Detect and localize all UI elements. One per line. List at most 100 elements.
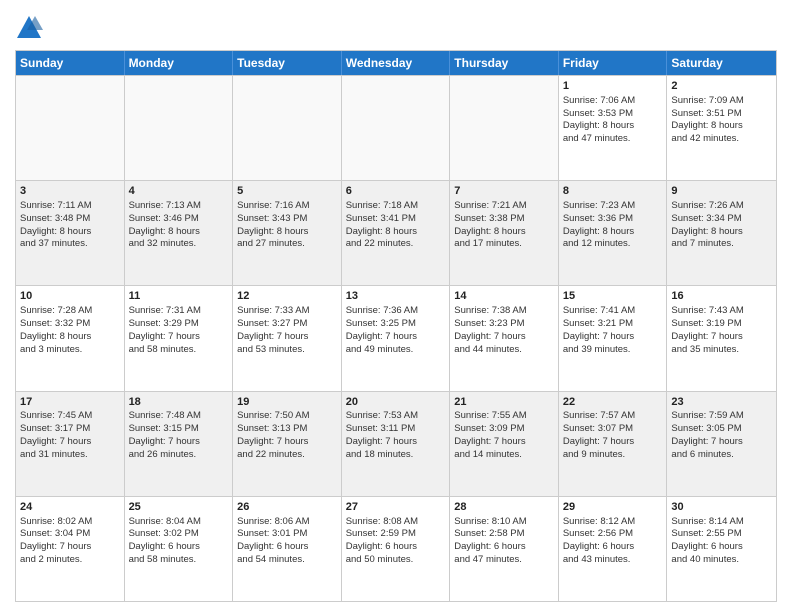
calendar-cell: 4Sunrise: 7:13 AMSunset: 3:46 PMDaylight… [125, 181, 234, 285]
daylight-hours: Daylight: 8 hours [671, 120, 772, 133]
calendar-cell: 23Sunrise: 7:59 AMSunset: 3:05 PMDayligh… [667, 392, 776, 496]
daylight-minutes: and 17 minutes. [454, 238, 554, 251]
sunset-text: Sunset: 3:46 PM [129, 213, 229, 226]
day-number: 16 [671, 289, 772, 304]
calendar-cell: 15Sunrise: 7:41 AMSunset: 3:21 PMDayligh… [559, 286, 668, 390]
daylight-minutes: and 2 minutes. [20, 554, 120, 567]
daylight-minutes: and 22 minutes. [237, 449, 337, 462]
daylight-minutes: and 58 minutes. [129, 554, 229, 567]
day-number: 20 [346, 395, 446, 410]
daylight-minutes: and 53 minutes. [237, 344, 337, 357]
daylight-minutes: and 27 minutes. [237, 238, 337, 251]
calendar-row: 3Sunrise: 7:11 AMSunset: 3:48 PMDaylight… [16, 180, 776, 285]
day-number: 11 [129, 289, 229, 304]
sunrise-text: Sunrise: 8:08 AM [346, 516, 446, 529]
daylight-minutes: and 32 minutes. [129, 238, 229, 251]
sunset-text: Sunset: 3:23 PM [454, 318, 554, 331]
sunrise-text: Sunrise: 8:14 AM [671, 516, 772, 529]
day-number: 21 [454, 395, 554, 410]
daylight-minutes: and 50 minutes. [346, 554, 446, 567]
daylight-hours: Daylight: 6 hours [563, 541, 663, 554]
calendar-cell: 11Sunrise: 7:31 AMSunset: 3:29 PMDayligh… [125, 286, 234, 390]
daylight-minutes: and 37 minutes. [20, 238, 120, 251]
calendar-cell: 6Sunrise: 7:18 AMSunset: 3:41 PMDaylight… [342, 181, 451, 285]
sunset-text: Sunset: 3:32 PM [20, 318, 120, 331]
calendar-cell: 17Sunrise: 7:45 AMSunset: 3:17 PMDayligh… [16, 392, 125, 496]
calendar-row: 24Sunrise: 8:02 AMSunset: 3:04 PMDayligh… [16, 496, 776, 601]
sunrise-text: Sunrise: 7:28 AM [20, 305, 120, 318]
daylight-minutes: and 18 minutes. [346, 449, 446, 462]
sunrise-text: Sunrise: 8:04 AM [129, 516, 229, 529]
day-number: 29 [563, 500, 663, 515]
daylight-minutes: and 3 minutes. [20, 344, 120, 357]
sunset-text: Sunset: 3:25 PM [346, 318, 446, 331]
calendar-cell: 18Sunrise: 7:48 AMSunset: 3:15 PMDayligh… [125, 392, 234, 496]
sunset-text: Sunset: 2:55 PM [671, 528, 772, 541]
daylight-hours: Daylight: 6 hours [671, 541, 772, 554]
sunset-text: Sunset: 3:34 PM [671, 213, 772, 226]
sunset-text: Sunset: 3:01 PM [237, 528, 337, 541]
calendar-row: 1Sunrise: 7:06 AMSunset: 3:53 PMDaylight… [16, 75, 776, 180]
sunset-text: Sunset: 3:53 PM [563, 108, 663, 121]
daylight-minutes: and 31 minutes. [20, 449, 120, 462]
sunrise-text: Sunrise: 7:21 AM [454, 200, 554, 213]
sunset-text: Sunset: 3:02 PM [129, 528, 229, 541]
sunset-text: Sunset: 2:56 PM [563, 528, 663, 541]
sunset-text: Sunset: 3:05 PM [671, 423, 772, 436]
sunset-text: Sunset: 3:27 PM [237, 318, 337, 331]
day-number: 22 [563, 395, 663, 410]
sunrise-text: Sunrise: 7:50 AM [237, 410, 337, 423]
daylight-hours: Daylight: 7 hours [454, 436, 554, 449]
calendar-body: 1Sunrise: 7:06 AMSunset: 3:53 PMDaylight… [16, 75, 776, 601]
calendar-cell: 22Sunrise: 7:57 AMSunset: 3:07 PMDayligh… [559, 392, 668, 496]
sunset-text: Sunset: 3:09 PM [454, 423, 554, 436]
daylight-minutes: and 44 minutes. [454, 344, 554, 357]
day-number: 12 [237, 289, 337, 304]
calendar-row: 17Sunrise: 7:45 AMSunset: 3:17 PMDayligh… [16, 391, 776, 496]
sunrise-text: Sunrise: 7:16 AM [237, 200, 337, 213]
calendar-cell [342, 76, 451, 180]
daylight-hours: Daylight: 7 hours [454, 331, 554, 344]
calendar-header-cell: Sunday [16, 51, 125, 75]
day-number: 10 [20, 289, 120, 304]
day-number: 14 [454, 289, 554, 304]
sunset-text: Sunset: 3:41 PM [346, 213, 446, 226]
calendar-cell: 29Sunrise: 8:12 AMSunset: 2:56 PMDayligh… [559, 497, 668, 601]
daylight-minutes: and 12 minutes. [563, 238, 663, 251]
calendar-cell: 27Sunrise: 8:08 AMSunset: 2:59 PMDayligh… [342, 497, 451, 601]
daylight-hours: Daylight: 8 hours [129, 226, 229, 239]
daylight-hours: Daylight: 7 hours [563, 436, 663, 449]
day-number: 23 [671, 395, 772, 410]
sunset-text: Sunset: 3:43 PM [237, 213, 337, 226]
calendar-cell: 13Sunrise: 7:36 AMSunset: 3:25 PMDayligh… [342, 286, 451, 390]
daylight-hours: Daylight: 7 hours [129, 436, 229, 449]
calendar-header-cell: Wednesday [342, 51, 451, 75]
day-number: 6 [346, 184, 446, 199]
day-number: 15 [563, 289, 663, 304]
calendar-cell: 1Sunrise: 7:06 AMSunset: 3:53 PMDaylight… [559, 76, 668, 180]
sunrise-text: Sunrise: 7:26 AM [671, 200, 772, 213]
daylight-hours: Daylight: 7 hours [20, 436, 120, 449]
calendar-cell: 9Sunrise: 7:26 AMSunset: 3:34 PMDaylight… [667, 181, 776, 285]
day-number: 30 [671, 500, 772, 515]
day-number: 26 [237, 500, 337, 515]
header [15, 10, 777, 42]
sunrise-text: Sunrise: 7:36 AM [346, 305, 446, 318]
sunset-text: Sunset: 3:21 PM [563, 318, 663, 331]
day-number: 3 [20, 184, 120, 199]
sunset-text: Sunset: 3:04 PM [20, 528, 120, 541]
sunset-text: Sunset: 3:07 PM [563, 423, 663, 436]
calendar-cell: 14Sunrise: 7:38 AMSunset: 3:23 PMDayligh… [450, 286, 559, 390]
daylight-hours: Daylight: 6 hours [346, 541, 446, 554]
sunset-text: Sunset: 3:36 PM [563, 213, 663, 226]
sunrise-text: Sunrise: 7:43 AM [671, 305, 772, 318]
daylight-minutes: and 42 minutes. [671, 133, 772, 146]
calendar-header-cell: Thursday [450, 51, 559, 75]
day-number: 4 [129, 184, 229, 199]
day-number: 7 [454, 184, 554, 199]
calendar-cell: 10Sunrise: 7:28 AMSunset: 3:32 PMDayligh… [16, 286, 125, 390]
sunrise-text: Sunrise: 7:59 AM [671, 410, 772, 423]
daylight-minutes: and 40 minutes. [671, 554, 772, 567]
sunrise-text: Sunrise: 7:57 AM [563, 410, 663, 423]
daylight-minutes: and 54 minutes. [237, 554, 337, 567]
